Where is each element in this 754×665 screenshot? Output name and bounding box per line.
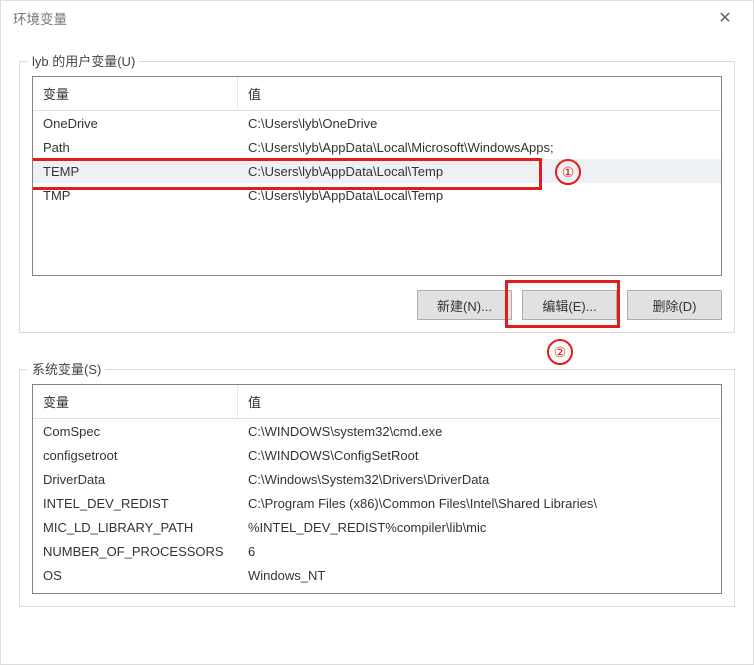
var-name: DriverData — [33, 467, 238, 491]
user-vars-list[interactable]: 变量 值 OneDriveC:\Users\lyb\OneDrivePathC:… — [32, 76, 722, 276]
system-vars-header: 变量 值 — [33, 385, 721, 419]
var-name: TEMP — [33, 159, 238, 183]
col-header-name[interactable]: 变量 — [33, 77, 238, 110]
var-value: 6 — [238, 539, 721, 563]
annotation-circle-2: ② — [547, 339, 573, 365]
var-value: C:\Users\lyb\AppData\Local\Microsoft\Win… — [238, 135, 721, 159]
table-row[interactable]: OneDriveC:\Users\lyb\OneDrive — [33, 111, 721, 135]
table-row[interactable]: PathC:\Users\lyb\AppData\Local\Microsoft… — [33, 135, 721, 159]
col-header-value[interactable]: 值 — [238, 385, 721, 418]
var-value: C:\Windows\System32\Drivers\DriverData — [238, 467, 721, 491]
var-value: Windows_NT — [238, 563, 721, 587]
system-vars-legend: 系统变量(S) — [28, 359, 105, 378]
var-value: C:\WINDOWS\system32\cmd.exe — [238, 419, 721, 443]
table-row[interactable]: MIC_LD_LIBRARY_PATH%INTEL_DEV_REDIST%com… — [33, 515, 721, 539]
var-value: %INTEL_DEV_REDIST%compiler\lib\mic — [238, 515, 721, 539]
close-button[interactable]: ✕ — [703, 3, 747, 33]
table-row[interactable]: TEMPC:\Users\lyb\AppData\Local\Temp — [33, 159, 721, 183]
window-title: 环境变量 — [13, 8, 67, 28]
var-value: C:\WINDOWS\ConfigSetRoot — [238, 443, 721, 467]
user-vars-groupbox: lyb 的用户变量(U) 变量 值 OneDriveC:\Users\lyb\O… — [19, 61, 735, 333]
var-name: OS — [33, 563, 238, 587]
var-value: C:\Users\lyb\AppData\Local\Temp — [238, 183, 721, 207]
var-value: C:\Users\lyb\AppData\Local\Temp — [238, 159, 721, 183]
user-vars-header: 变量 值 — [33, 77, 721, 111]
var-name: configsetroot — [33, 443, 238, 467]
var-name: ComSpec — [33, 419, 238, 443]
col-header-value[interactable]: 值 — [238, 77, 721, 110]
dialog-content: lyb 的用户变量(U) 变量 值 OneDriveC:\Users\lyb\O… — [1, 35, 753, 617]
var-value: C:\Users\lyb\OneDrive — [238, 111, 721, 135]
col-header-name[interactable]: 变量 — [33, 385, 238, 418]
var-name: OneDrive — [33, 111, 238, 135]
var-value: C:\Program Files (x86)\Common Files\Inte… — [238, 491, 721, 515]
delete-button[interactable]: 删除(D) — [627, 290, 722, 320]
edit-button[interactable]: 编辑(E)... — [522, 290, 617, 320]
user-vars-legend: lyb 的用户变量(U) — [28, 51, 139, 70]
table-row[interactable]: NUMBER_OF_PROCESSORS6 — [33, 539, 721, 563]
close-icon: ✕ — [718, 8, 731, 28]
var-name: MIC_LD_LIBRARY_PATH — [33, 515, 238, 539]
var-name: TMP — [33, 183, 238, 207]
user-vars-buttons: 新建(N)... 编辑(E)... 删除(D) — [32, 290, 722, 320]
system-vars-list[interactable]: 变量 值 ComSpecC:\WINDOWS\system32\cmd.exec… — [32, 384, 722, 594]
table-row[interactable]: OSWindows_NT — [33, 563, 721, 587]
var-name: NUMBER_OF_PROCESSORS — [33, 539, 238, 563]
var-name: Path — [33, 135, 238, 159]
env-vars-dialog: 环境变量 ✕ lyb 的用户变量(U) 变量 值 OneDriveC:\User… — [0, 0, 754, 665]
system-vars-groupbox: 系统变量(S) 变量 值 ComSpecC:\WINDOWS\system32\… — [19, 369, 735, 607]
table-row[interactable]: INTEL_DEV_REDISTC:\Program Files (x86)\C… — [33, 491, 721, 515]
var-name: INTEL_DEV_REDIST — [33, 491, 238, 515]
table-row[interactable]: DriverDataC:\Windows\System32\Drivers\Dr… — [33, 467, 721, 491]
table-row[interactable]: ComSpecC:\WINDOWS\system32\cmd.exe — [33, 419, 721, 443]
table-row[interactable]: configsetrootC:\WINDOWS\ConfigSetRoot — [33, 443, 721, 467]
new-button[interactable]: 新建(N)... — [417, 290, 512, 320]
titlebar: 环境变量 ✕ — [1, 1, 753, 35]
table-row[interactable]: TMPC:\Users\lyb\AppData\Local\Temp — [33, 183, 721, 207]
